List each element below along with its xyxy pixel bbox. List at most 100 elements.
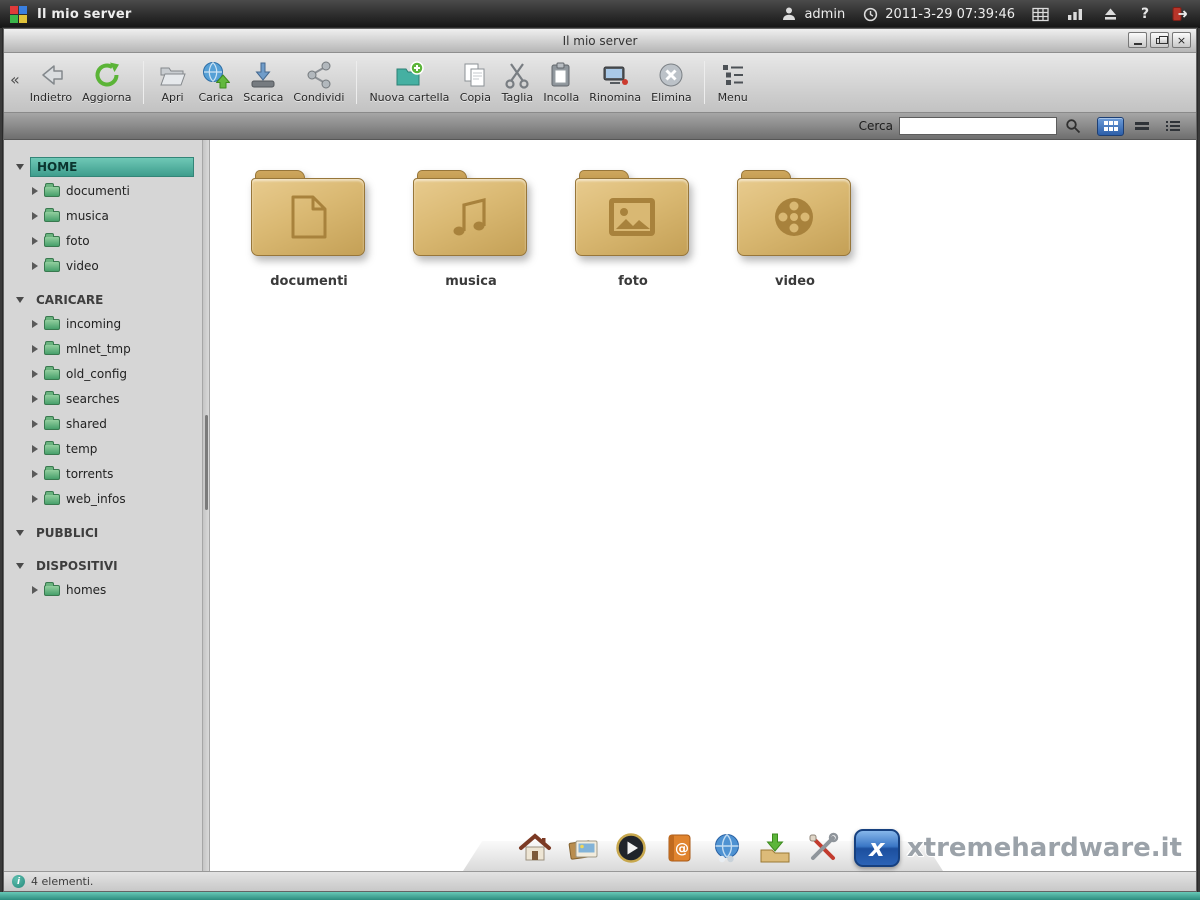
toolbar-button-menu[interactable]: Menu [712, 58, 754, 105]
logout-icon[interactable] [1170, 5, 1190, 23]
sidebar-item-video[interactable]: video [4, 253, 202, 278]
toolbar-button-nuova-cartella[interactable]: Nuova cartella [364, 58, 454, 105]
toolbar-label: Nuova cartella [369, 91, 449, 104]
big-folder-icon [251, 170, 367, 258]
chevron-right-icon[interactable] [32, 395, 38, 403]
downloads-dock-icon[interactable] [758, 832, 792, 864]
sidebar-item-temp[interactable]: temp [4, 436, 202, 461]
folder-tile-documenti[interactable]: documenti [234, 170, 384, 289]
sidebar-item-incoming[interactable]: incoming [4, 311, 202, 336]
chevron-down-icon[interactable] [16, 530, 24, 536]
sidebar-item-foto[interactable]: foto [4, 228, 202, 253]
sidebar-scrollbar[interactable] [202, 140, 210, 871]
chevron-right-icon[interactable] [32, 470, 38, 478]
chevron-down-icon[interactable] [16, 297, 24, 303]
folder-icon [44, 394, 60, 405]
sidebar-item-searches[interactable]: searches [4, 386, 202, 411]
sidebar-item-torrents[interactable]: torrents [4, 461, 202, 486]
network-dock-icon[interactable] [710, 832, 744, 864]
chevron-right-icon[interactable] [32, 495, 38, 503]
sidebar-item-old-config[interactable]: old_config [4, 361, 202, 386]
folder-label: video [720, 274, 870, 289]
sidebar-section-dispositivi[interactable]: DISPOSITIVI [4, 555, 202, 577]
toolbar-label: Condividi [293, 91, 344, 104]
toolbar-label: Carica [198, 91, 233, 104]
watermark: x xtremehardware.it [854, 829, 1182, 867]
chevron-down-icon[interactable] [16, 563, 24, 569]
chevron-right-icon[interactable] [32, 320, 38, 328]
minimize-icon [1134, 43, 1142, 45]
chevron-right-icon[interactable] [32, 345, 38, 353]
eject-icon[interactable] [1100, 5, 1120, 23]
toolbar-button-condividi[interactable]: Condividi [288, 58, 349, 105]
chevron-right-icon[interactable] [32, 237, 38, 245]
sidebar-section-pubblici[interactable]: PUBBLICI [4, 522, 202, 544]
chevron-right-icon[interactable] [32, 212, 38, 220]
section-label: PUBBLICI [30, 524, 104, 542]
sidebar-item-musica[interactable]: musica [4, 203, 202, 228]
toolbar-label: Elimina [651, 91, 692, 104]
sidebar-item-shared[interactable]: shared [4, 411, 202, 436]
item-label: torrents [66, 467, 113, 481]
folder-tile-foto[interactable]: foto [558, 170, 708, 289]
sidebar-item-mlnet-tmp[interactable]: mlnet_tmp [4, 336, 202, 361]
toolbar-button-copia[interactable]: Copia [454, 58, 496, 105]
minimize-button[interactable] [1128, 32, 1147, 48]
chevron-right-icon[interactable] [32, 262, 38, 270]
toolbar: « Indietro Aggiorna Apri [4, 53, 1196, 113]
photos-dock-icon[interactable] [566, 832, 600, 864]
tools-dock-icon[interactable] [806, 832, 840, 864]
search-icon[interactable] [1063, 116, 1083, 136]
toolbar-button-aggiorna[interactable]: Aggiorna [77, 58, 136, 105]
contacts-dock-icon[interactable]: @ [662, 832, 696, 864]
brand-logo-icon [10, 6, 27, 23]
toolbar-button-carica[interactable]: Carica [193, 58, 238, 105]
help-icon[interactable]: ? [1135, 5, 1155, 23]
scrollbar-thumb[interactable] [205, 415, 208, 510]
window-titlebar[interactable]: Il mio server × [4, 29, 1196, 53]
toolbar-button-incolla[interactable]: Incolla [538, 58, 584, 105]
sidebar-item-homes[interactable]: homes [4, 577, 202, 602]
toolbar-button-indietro[interactable]: Indietro [25, 58, 77, 105]
toolbar-button-scarica[interactable]: Scarica [238, 58, 288, 105]
chevron-right-icon[interactable] [32, 445, 38, 453]
media-player-dock-icon[interactable] [614, 832, 648, 864]
sidebar-item-documenti[interactable]: documenti [4, 178, 202, 203]
chevron-right-icon[interactable] [32, 187, 38, 195]
compact-view-button[interactable] [1128, 117, 1155, 136]
icon-view-button[interactable] [1097, 117, 1124, 136]
cut-scissors-icon [501, 59, 533, 90]
big-folder-icon [737, 170, 853, 258]
folder-icon [44, 494, 60, 505]
delete-icon [655, 59, 687, 90]
copy-icon [459, 59, 491, 90]
item-label: searches [66, 392, 120, 406]
close-button[interactable]: × [1172, 32, 1191, 48]
stats-icon[interactable] [1065, 5, 1085, 23]
toolbar-button-taglia[interactable]: Taglia [496, 58, 538, 105]
toolbar-button-rinomina[interactable]: Rinomina [584, 58, 646, 105]
sidebar-section-caricare[interactable]: CARICARE [4, 289, 202, 311]
chevron-right-icon[interactable] [32, 370, 38, 378]
item-label: documenti [66, 184, 130, 198]
chevron-right-icon[interactable] [32, 586, 38, 594]
apps-table-icon[interactable] [1030, 5, 1050, 23]
home-dock-icon[interactable] [518, 832, 552, 864]
back-icon [35, 59, 67, 90]
list-view-button[interactable] [1159, 117, 1186, 136]
folder-icon [44, 419, 60, 430]
folder-tile-musica[interactable]: musica [396, 170, 546, 289]
folder-tile-video[interactable]: video [720, 170, 870, 289]
search-input[interactable] [899, 117, 1057, 135]
chevron-right-icon[interactable] [32, 420, 38, 428]
restore-button[interactable] [1150, 32, 1169, 48]
user-menu[interactable]: admin [779, 5, 845, 23]
chevron-down-icon[interactable] [16, 164, 24, 170]
sidebar-item-web-infos[interactable]: web_infos [4, 486, 202, 511]
toolbar-button-elimina[interactable]: Elimina [646, 58, 697, 105]
sidebar-section-home[interactable]: HOME [4, 156, 202, 178]
item-label: video [66, 259, 99, 273]
collapse-toolbar-chevron[interactable]: « [8, 70, 25, 101]
toolbar-button-apri[interactable]: Apri [151, 58, 193, 105]
folder-icon [44, 344, 60, 355]
